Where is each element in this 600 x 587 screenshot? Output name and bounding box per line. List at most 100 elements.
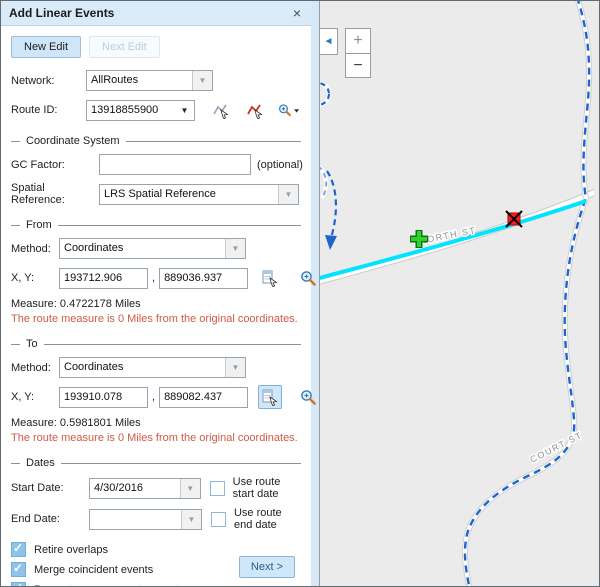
collapse-arrow-icon: ◄ [324, 36, 334, 47]
route-connector-dashed [327, 171, 336, 238]
retire-overlaps-label: Retire overlaps [34, 544, 108, 556]
start-date-select[interactable]: 4/30/2016 ▼ [89, 478, 201, 499]
merge-coincident-events-label: Merge coincident events [34, 564, 153, 576]
dates-legend: Dates [11, 457, 301, 469]
to-warning-text: The route measure is 0 Miles from the or… [11, 432, 301, 444]
from-method-row: Method: Coordinates ▼ [11, 238, 301, 259]
use-route-start-date-label: Use route start date [233, 476, 301, 500]
xy-separator: , [152, 272, 155, 284]
chevron-down-icon[interactable]: ▼ [225, 239, 245, 258]
option-row-retire-overlaps: Retire overlaps [11, 542, 301, 557]
minus-icon: − [353, 57, 362, 75]
route-id-combobox[interactable]: 13918855900 ▼ [86, 100, 195, 121]
use-route-end-date-checkbox[interactable] [211, 512, 226, 527]
new-edit-button[interactable]: New Edit [11, 36, 81, 58]
from-legend: From [11, 219, 301, 231]
road-casing-court-st [465, 1, 589, 586]
map-layer: NORTH ST COURT ST [320, 1, 594, 586]
to-xy-label: X, Y: [11, 391, 59, 403]
merge-coincident-events-checkbox[interactable] [11, 562, 26, 577]
coordinate-system-legend: Coordinate System [11, 135, 301, 147]
zoom-in-button[interactable]: + [345, 28, 371, 53]
to-x-input[interactable] [59, 387, 148, 408]
end-date-row: End Date: ▼ Use route end date [11, 507, 301, 531]
to-method-row: Method: Coordinates ▼ [11, 357, 301, 378]
route-id-row: Route ID: 13918855900 ▼ [11, 98, 301, 122]
from-pick-coordinates-icon[interactable] [258, 266, 282, 290]
route-id-label: Route ID: [11, 104, 86, 116]
to-y-input[interactable] [159, 387, 248, 408]
network-route-dashed-line [465, 1, 589, 586]
spatial-reference-value: LRS Spatial Reference [100, 185, 278, 204]
network-value: AllRoutes [87, 71, 192, 90]
edit-toolbar: New Edit Next Edit [11, 36, 301, 58]
route-id-value: 13918855900 [87, 101, 175, 120]
to-method-value: Coordinates [60, 358, 225, 377]
map-zoom-control: + − [345, 28, 371, 78]
xy-separator: , [152, 391, 155, 403]
spatial-reference-select[interactable]: LRS Spatial Reference ▼ [99, 184, 299, 205]
spatial-reference-row: Spatial Reference: LRS Spatial Reference… [11, 182, 301, 206]
map-viewport[interactable]: NORTH ST COURT ST ◄ + − [319, 1, 599, 586]
prevent-measures-label: Prevent measures not on route [34, 584, 185, 587]
road-fill-court-st [465, 1, 589, 586]
from-method-label: Method: [11, 243, 59, 255]
from-x-input[interactable] [59, 268, 148, 289]
prevent-measures-checkbox[interactable] [11, 582, 26, 587]
option-row-prevent-measures: Prevent measures not on route [11, 582, 301, 587]
gc-factor-label: GC Factor: [11, 159, 99, 171]
from-xy-row: X, Y: , [11, 266, 301, 290]
app-window: Add Linear Events × New Edit Next Edit N… [0, 0, 600, 587]
route-connector-arrowhead [325, 235, 337, 250]
chevron-down-icon[interactable]: ▼ [278, 185, 298, 204]
highlighted-route-line [320, 201, 586, 279]
network-row: Network: AllRoutes ▼ [11, 70, 301, 91]
next-button[interactable]: Next > [239, 556, 295, 578]
plus-icon: + [353, 32, 362, 50]
zoom-out-button[interactable]: − [345, 53, 371, 78]
chevron-down-icon[interactable]: ▼ [181, 510, 201, 529]
retire-overlaps-checkbox[interactable] [11, 542, 26, 557]
chevron-down-icon[interactable]: ▼ [180, 479, 200, 498]
to-legend: To [11, 338, 301, 350]
to-pick-coordinates-icon[interactable] [258, 385, 282, 409]
from-measure-text: Measure: 0.4722178 Miles [11, 298, 301, 310]
gc-factor-input[interactable] [99, 154, 251, 175]
select-route-red-icon[interactable] [243, 98, 267, 122]
end-date-value [90, 510, 181, 529]
from-y-input[interactable] [159, 268, 248, 289]
to-method-select[interactable]: Coordinates ▼ [59, 357, 246, 378]
chevron-down-icon[interactable]: ▼ [175, 101, 194, 120]
start-date-value: 4/30/2016 [90, 479, 180, 498]
to-zoom-icon[interactable] [296, 385, 320, 409]
start-date-label: Start Date: [11, 482, 89, 494]
from-method-value: Coordinates [60, 239, 225, 258]
panel-title: Add Linear Events [9, 6, 114, 20]
gc-factor-row: GC Factor: (optional) [11, 154, 301, 175]
from-xy-label: X, Y: [11, 272, 59, 284]
from-method-select[interactable]: Coordinates ▼ [59, 238, 246, 259]
close-icon[interactable]: × [291, 6, 303, 20]
spatial-reference-label: Spatial Reference: [11, 182, 99, 206]
panel-header: Add Linear Events × [1, 1, 311, 26]
to-method-label: Method: [11, 362, 59, 374]
network-label: Network: [11, 75, 86, 87]
collapse-panel-button[interactable]: ◄ [320, 28, 338, 55]
select-route-on-map-icon[interactable] [209, 98, 233, 122]
zoom-to-route-icon[interactable] [277, 98, 301, 122]
to-xy-row: X, Y: , [11, 385, 301, 409]
end-date-select[interactable]: ▼ [89, 509, 202, 530]
use-route-end-date-label: Use route end date [234, 507, 301, 531]
from-zoom-icon[interactable] [296, 266, 320, 290]
network-select[interactable]: AllRoutes ▼ [86, 70, 213, 91]
add-linear-events-panel: Add Linear Events × New Edit Next Edit N… [1, 1, 319, 586]
optional-note: (optional) [257, 159, 303, 171]
chevron-down-icon[interactable]: ▼ [225, 358, 245, 377]
to-measure-text: Measure: 0.5981801 Miles [11, 417, 301, 429]
panel-body: New Edit Next Edit Network: AllRoutes ▼ … [1, 26, 311, 587]
use-route-start-date-checkbox[interactable] [210, 481, 225, 496]
start-date-row: Start Date: 4/30/2016 ▼ Use route start … [11, 476, 301, 500]
end-date-label: End Date: [11, 513, 89, 525]
chevron-down-icon[interactable]: ▼ [192, 71, 212, 90]
next-edit-button[interactable]: Next Edit [89, 36, 160, 58]
